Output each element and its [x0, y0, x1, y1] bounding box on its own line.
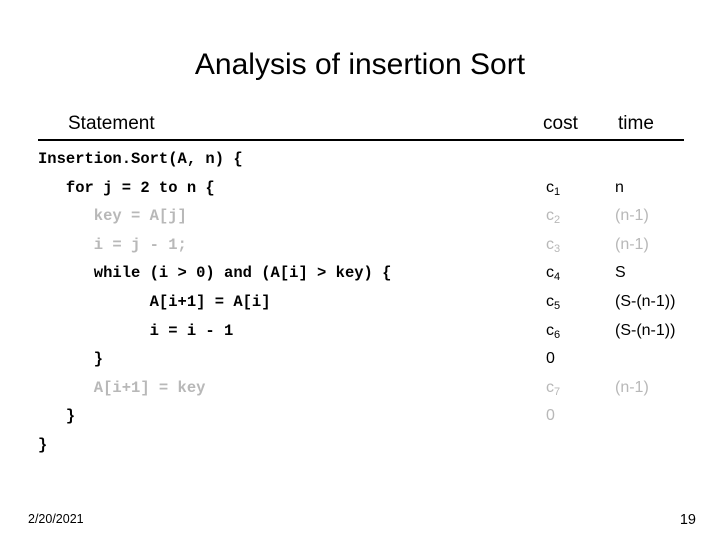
- cost-cell: 0: [546, 402, 606, 431]
- time-cell: (n-1): [615, 235, 649, 253]
- cost-cell-base: 0: [546, 407, 555, 425]
- column-header-cost: cost: [543, 113, 578, 134]
- cost-cell-base: c: [546, 235, 554, 253]
- cost-cell: c2: [546, 202, 606, 231]
- cost-cell-base: 0: [546, 350, 555, 368]
- cost-cell: c1: [546, 174, 606, 203]
- time-cell: (n-1): [615, 378, 649, 396]
- code-line: for j = 2 to n {: [38, 178, 215, 197]
- time-cell: [615, 345, 715, 374]
- cost-cell-base: c: [546, 321, 554, 339]
- cost-cell: 0: [546, 345, 606, 374]
- code-line: i = i - 1: [38, 321, 234, 340]
- time-cell: [615, 145, 715, 174]
- cost-cell-subscript: 6: [554, 328, 561, 341]
- cost-cell-subscript: 3: [554, 242, 561, 255]
- cost-cell: c3: [546, 231, 606, 260]
- code-line: i = j - 1;: [38, 235, 187, 254]
- cost-cell-subscript: 4: [554, 271, 561, 284]
- code-line: }: [38, 407, 76, 426]
- cost-cell: c7: [546, 374, 606, 403]
- code-line: }: [38, 435, 48, 454]
- time-cell: (S-(n-1)): [615, 292, 676, 310]
- cost-cell-subscript: 2: [554, 214, 561, 227]
- footer-date: 2/20/2021: [28, 512, 84, 526]
- cost-cell-base: c: [546, 264, 554, 282]
- cost-cell-subscript: 5: [554, 299, 561, 312]
- time-cell: S: [615, 264, 626, 282]
- cost-cell-base: c: [546, 378, 554, 396]
- page-title: Analysis of insertion Sort: [194, 48, 526, 81]
- time-column: n (n-1) (n-1) S (S-(n-1)) (S-(n-1)) (n-1): [615, 145, 715, 460]
- code-line: Insertion.Sort(A, n) {: [38, 150, 243, 168]
- column-header-time: time: [618, 113, 654, 134]
- cost-cell-base: c: [546, 178, 554, 196]
- column-header-statement: Statement: [68, 113, 155, 134]
- cost-cell-subscript: 7: [554, 385, 561, 398]
- cost-cell-subscript: 1: [554, 185, 561, 198]
- pseudocode-block: Insertion.Sort(A, n) { for j = 2 to n { …: [38, 145, 508, 460]
- time-cell: [615, 431, 715, 460]
- cost-cell-base: c: [546, 292, 554, 310]
- code-line: while (i > 0) and (A[i] > key) {: [38, 264, 392, 283]
- time-cell: n: [615, 178, 624, 196]
- cost-cell: c6: [546, 317, 606, 346]
- footer-page-number: 19: [679, 512, 696, 528]
- code-line: key = A[j]: [38, 207, 187, 226]
- cost-cell: [546, 145, 606, 174]
- cost-cell: c4: [546, 259, 606, 288]
- cost-cell: c5: [546, 288, 606, 317]
- cost-cell: [546, 431, 606, 460]
- slide: Analysis of insertion Sort Statement cos…: [0, 0, 720, 540]
- cost-cell-base: c: [546, 207, 554, 225]
- time-cell: (n-1): [615, 207, 649, 225]
- table-header-row: Statement cost time: [38, 113, 684, 141]
- code-line: }: [38, 350, 104, 369]
- time-cell: [615, 402, 715, 431]
- code-line: A[i+1] = A[i]: [38, 292, 271, 311]
- time-cell: (S-(n-1)): [615, 321, 676, 339]
- cost-column: c1 c2 c3 c4 c5 c6 0 c7 0: [546, 145, 606, 460]
- code-line: A[i+1] = key: [38, 378, 206, 397]
